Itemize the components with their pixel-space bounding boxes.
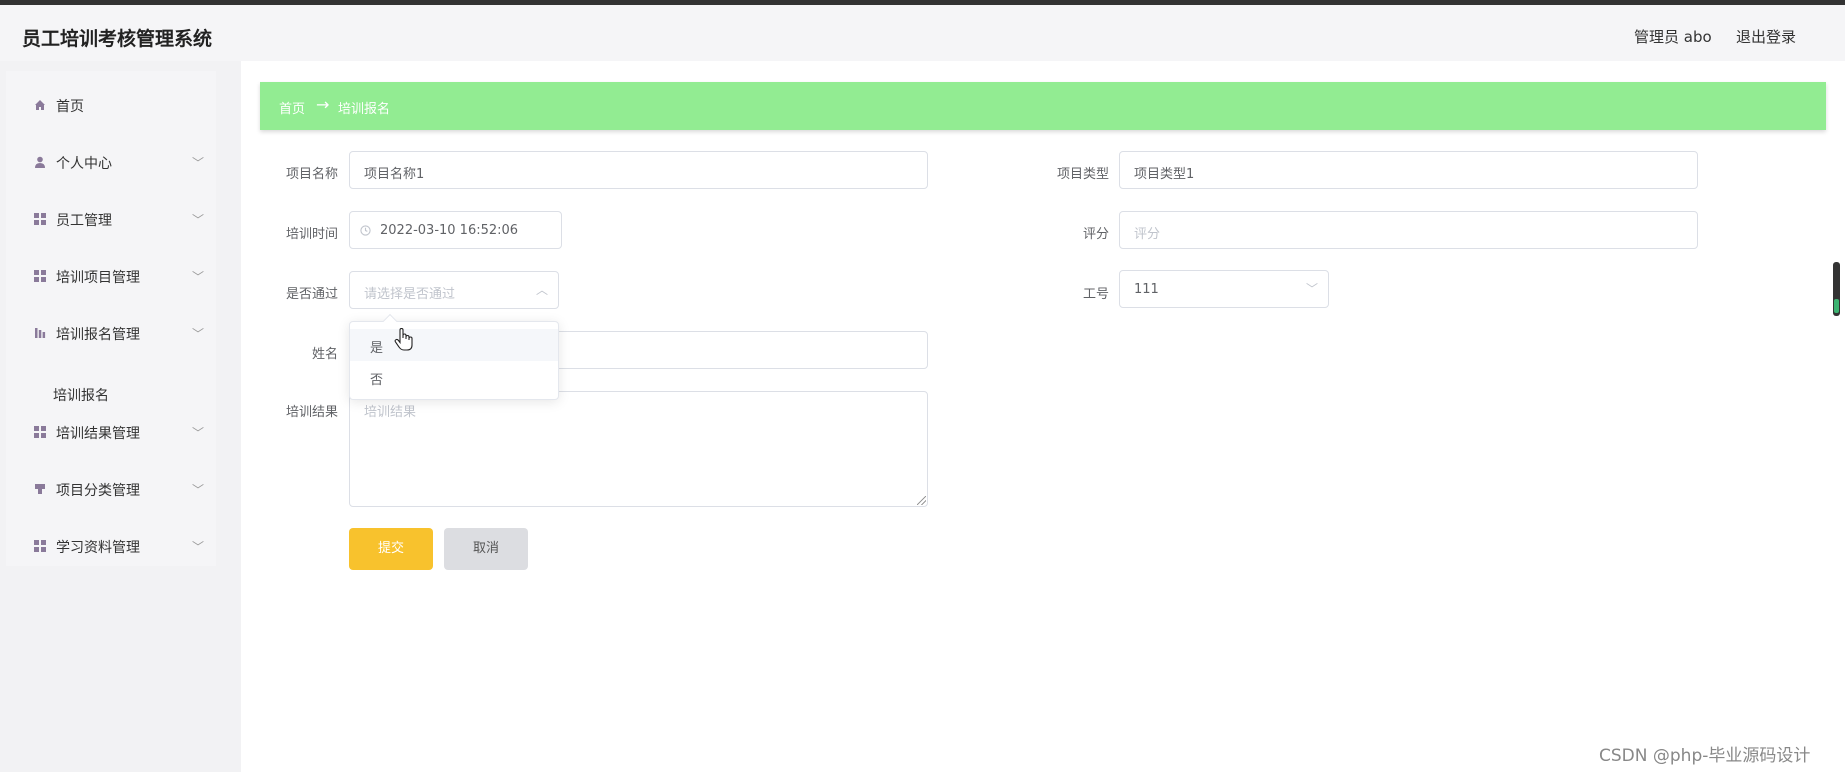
- admin-label: 管理员 abo: [1634, 28, 1712, 46]
- chevron-up-icon: ﹀: [192, 327, 205, 341]
- user-icon: [35, 156, 45, 168]
- training-time-value: 2022-03-10 16:52:06: [380, 223, 519, 238]
- grid-icon: [34, 540, 46, 552]
- sidebar-item-label: 学习资料管理: [56, 540, 140, 556]
- passed-placeholder: 请选择是否通过: [364, 287, 456, 302]
- result-textarea[interactable]: 培训结果: [349, 391, 928, 507]
- name-label: 姓名: [311, 347, 338, 362]
- sidebar-item-training-project-management[interactable]: 培训项目管理 ﹀: [6, 256, 216, 296]
- chevron-down-icon: ﹀: [192, 213, 205, 227]
- employee-no-select[interactable]: 111 ﹀: [1119, 270, 1329, 308]
- resize-handle[interactable]: [917, 496, 926, 505]
- sidebar-item-home[interactable]: 首页: [6, 85, 216, 125]
- sidebar-item-learning-materials[interactable]: 学习资料管理 ﹀: [6, 526, 216, 566]
- sidebar: 首页 个人中心 ﹀ 员工管理 ﹀ 培训项目管理 ﹀ 培训报名管理 ﹀ 培训报名 …: [0, 61, 240, 772]
- header-bar: 员工培训考核管理系统 管理员 abo 退出登录: [0, 5, 1845, 61]
- chevron-down-icon: ﹀: [1305, 282, 1318, 296]
- sidebar-menu: 首页 个人中心 ﹀ 员工管理 ﹀ 培训项目管理 ﹀ 培训报名管理 ﹀ 培训报名 …: [6, 71, 216, 566]
- cancel-button[interactable]: 取消: [444, 528, 528, 570]
- sidebar-item-label: 员工管理: [56, 213, 112, 229]
- score-label: 评分: [1082, 227, 1109, 242]
- project-name-input[interactable]: 项目名称1: [349, 151, 928, 189]
- sidebar-item-label: 首页: [56, 99, 84, 115]
- chevron-down-icon: ﹀: [192, 270, 205, 284]
- training-time-label: 培训时间: [285, 227, 338, 242]
- sidebar-item-label: 个人中心: [56, 156, 112, 172]
- sidebar-item-label: 培训项目管理: [56, 270, 140, 286]
- watermark: CSDN @php-毕业源码设计: [1599, 746, 1811, 766]
- result-placeholder: 培训结果: [364, 405, 417, 420]
- chevron-down-icon: ﹀: [192, 426, 205, 440]
- passed-select[interactable]: 请选择是否通过 ︿: [349, 271, 559, 309]
- sidebar-item-label: 培训报名管理: [56, 327, 140, 343]
- sidebar-item-employee-management[interactable]: 员工管理 ﹀: [6, 199, 216, 239]
- training-time-picker[interactable]: 2022-03-10 16:52:06: [349, 211, 562, 249]
- hand-cursor-icon: [394, 328, 413, 351]
- page-scrollbar[interactable]: [1833, 262, 1840, 316]
- employee-no-value: 111: [1134, 282, 1159, 297]
- grid-icon: [34, 213, 46, 225]
- score-input[interactable]: 评分: [1119, 211, 1698, 249]
- breadcrumb-separator: →: [316, 95, 330, 114]
- grid-icon: [34, 270, 46, 282]
- employee-no-label: 工号: [1082, 287, 1109, 302]
- scrollbar-indicator: [1834, 299, 1839, 313]
- project-type-label: 项目类型: [1056, 167, 1109, 182]
- sidebar-item-registration-management[interactable]: 培训报名管理 ﹀: [6, 313, 216, 353]
- tag-icon: [35, 484, 45, 494]
- breadcrumb: 首页 → 培训报名: [260, 82, 1826, 130]
- sidebar-item-personal-center[interactable]: 个人中心 ﹀: [6, 142, 216, 182]
- chevron-down-icon: ﹀: [192, 483, 205, 497]
- breadcrumb-home[interactable]: 首页: [279, 98, 305, 117]
- grid-icon: [34, 426, 46, 438]
- option-yes[interactable]: 是: [350, 329, 558, 361]
- project-name-label: 项目名称: [285, 167, 338, 182]
- sidebar-subitem-training-registration[interactable]: 培训报名: [53, 385, 109, 405]
- passed-label: 是否通过: [285, 287, 338, 302]
- sidebar-item-label: 培训结果管理: [56, 426, 140, 442]
- clock-icon: [360, 225, 371, 236]
- sidebar-item-category-management[interactable]: 项目分类管理 ﹀: [6, 469, 216, 509]
- sidebar-item-result-management[interactable]: 培训结果管理 ﹀: [6, 412, 216, 452]
- chevron-up-icon: ︿: [535, 283, 548, 297]
- result-label: 培训结果: [285, 405, 338, 420]
- breadcrumb-current: 培训报名: [338, 102, 391, 117]
- submit-button[interactable]: 提交: [349, 528, 433, 570]
- chevron-down-icon: ﹀: [192, 156, 205, 170]
- app-title: 员工培训考核管理系统: [22, 28, 213, 50]
- option-no[interactable]: 否: [350, 361, 558, 393]
- chevron-down-icon: ﹀: [192, 540, 205, 554]
- sidebar-item-label: 项目分类管理: [56, 483, 140, 499]
- bars-icon: [35, 328, 46, 338]
- logout-link[interactable]: 退出登录: [1736, 26, 1796, 47]
- project-type-input[interactable]: 项目类型1: [1119, 151, 1698, 189]
- passed-dropdown: 是 否: [349, 313, 559, 400]
- home-icon: [35, 100, 45, 110]
